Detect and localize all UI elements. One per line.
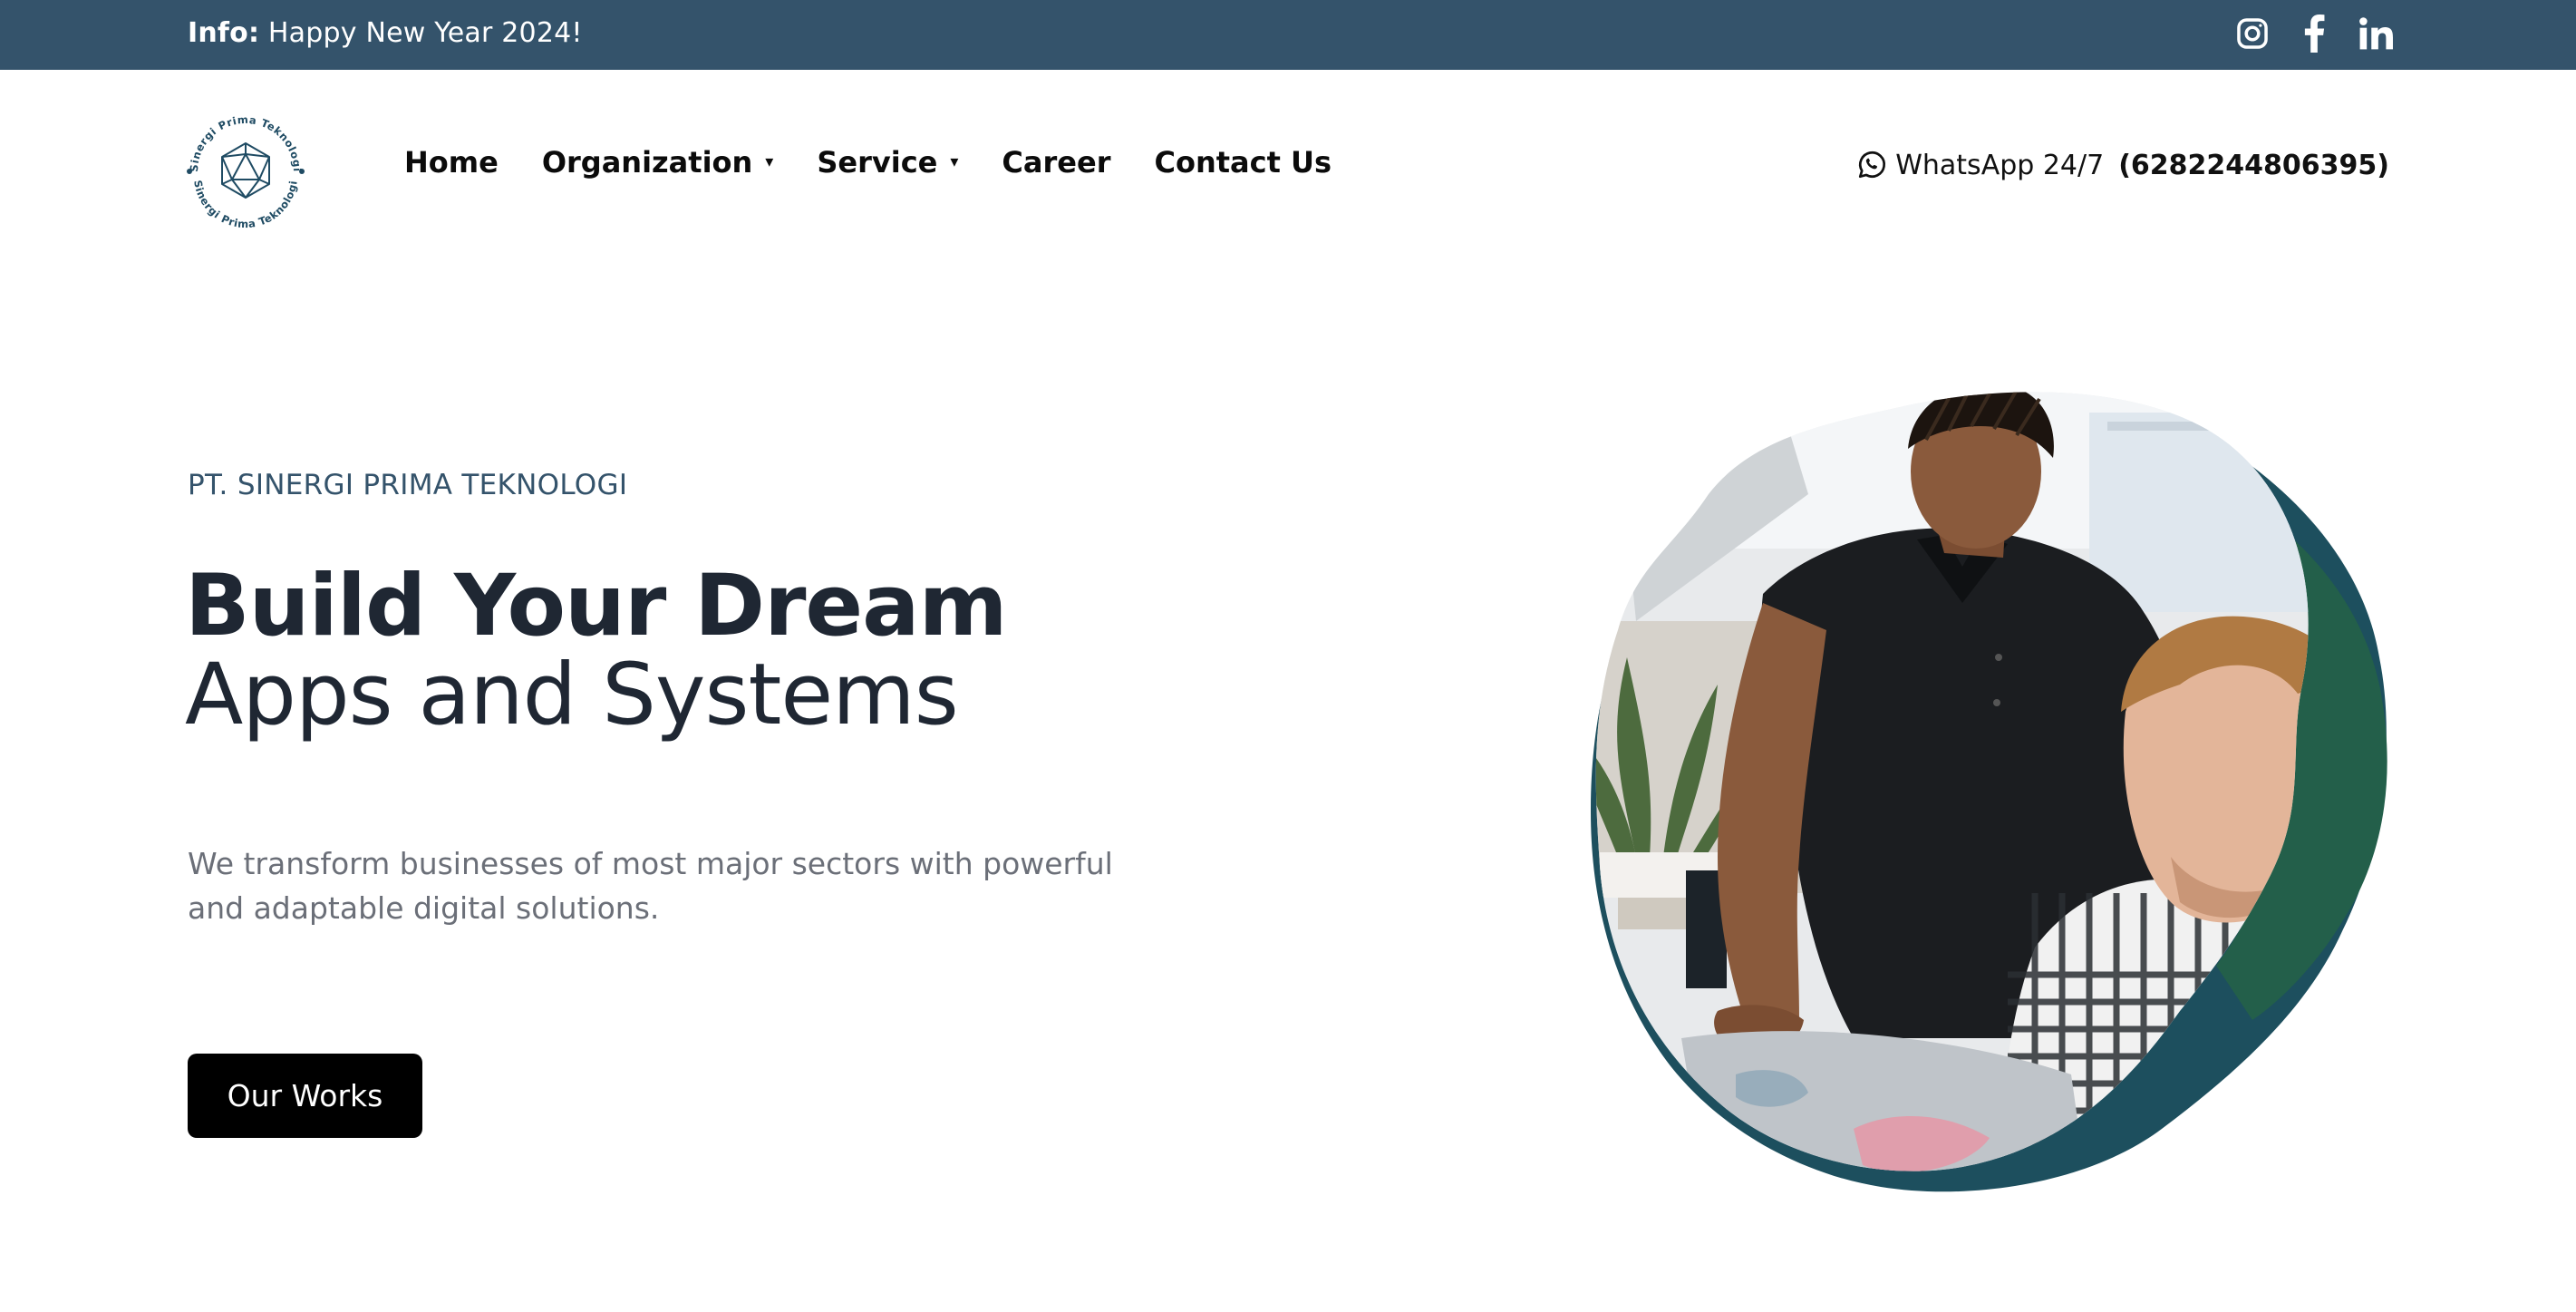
announcement-text: Happy New Year 2024!: [259, 17, 583, 49]
nav-item-home[interactable]: Home: [404, 145, 499, 180]
whatsapp-icon: [1859, 151, 1886, 179]
top-info-bar: Info: Happy New Year 2024!: [0, 0, 2576, 70]
chevron-down-icon: ▾: [765, 151, 774, 171]
nav-item-label: Organization: [541, 145, 753, 180]
nav-item-contact-us[interactable]: Contact Us: [1154, 145, 1332, 180]
whatsapp-label: WhatsApp 24/7: [1895, 149, 2105, 181]
chevron-down-icon: ▾: [950, 151, 959, 171]
facebook-icon[interactable]: [2295, 13, 2333, 54]
hero-description: We transform businesses of most major se…: [188, 846, 1113, 926]
hero-title-line1: Build Your Dream: [185, 557, 1008, 656]
company-name: PT. SINERGI PRIMA TEKNOLOGI: [188, 469, 628, 501]
main-nav: Home Organization ▾ Service ▾ Career Con…: [404, 145, 1375, 180]
social-links: [2233, 13, 2395, 54]
announcement: Info: Happy New Year 2024!: [188, 0, 583, 70]
hero-title: Build Your Dream Apps and Systems: [185, 557, 1008, 744]
nav-item-label: Home: [404, 145, 499, 180]
svg-text:Sinergi Prima Teknologi: Sinergi Prima Teknologi: [191, 180, 300, 231]
nav-item-service[interactable]: Service ▾: [817, 145, 958, 180]
nav-item-career[interactable]: Career: [1002, 145, 1110, 180]
linkedin-icon[interactable]: [2357, 13, 2395, 54]
whatsapp-contact[interactable]: WhatsApp 24/7 (6282244806395): [1855, 149, 2389, 181]
nav-item-label: Contact Us: [1154, 145, 1332, 180]
instagram-icon[interactable]: [2233, 13, 2271, 54]
our-works-button[interactable]: Our Works: [188, 1054, 422, 1138]
whatsapp-number: (6282244806395): [2118, 149, 2389, 181]
hero-title-line2: Apps and Systems: [185, 646, 959, 744]
nav-item-organization[interactable]: Organization ▾: [542, 145, 774, 180]
hero-image: [1582, 385, 2402, 1201]
nav-item-label: Career: [1002, 145, 1111, 180]
nav-item-label: Service: [817, 145, 938, 180]
company-logo[interactable]: Sinergi Prima Teknologi Sinergi Prima Te…: [181, 107, 310, 236]
announcement-label: Info:: [188, 17, 260, 49]
